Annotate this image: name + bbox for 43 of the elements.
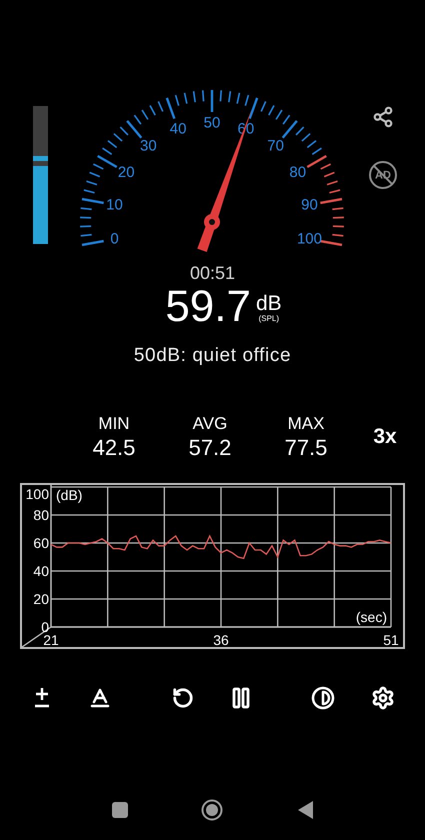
axis-tick-label: 21: [43, 632, 59, 647]
noise-description: 50dB: quiet office: [134, 344, 292, 368]
scale-label: 50: [204, 114, 220, 132]
scale-label: 70: [267, 138, 284, 155]
settings-icon: [371, 686, 395, 710]
elapsed-time: 00:51: [190, 262, 236, 284]
scale-label: 0: [110, 230, 119, 248]
stat-label: MAX: [288, 413, 324, 435]
axis-tick-label: 0: [41, 619, 49, 635]
contrast-icon: [311, 686, 335, 710]
letter-underline-icon: [88, 686, 112, 710]
scale-label: 40: [170, 120, 186, 138]
settings-button[interactable]: [370, 685, 396, 711]
scale-label: 90: [301, 196, 318, 214]
scale-label: 10: [106, 196, 123, 214]
axis-tick-label: 36: [213, 632, 229, 647]
stat-value: 42.5: [92, 435, 136, 461]
axis-title: (dB): [56, 487, 82, 503]
axis-tick-label: 40: [33, 563, 49, 579]
axis-tick-label: 100: [26, 486, 49, 502]
scale-label: 80: [289, 164, 306, 181]
scale-label: 30: [140, 138, 157, 155]
stat-value: 77.5: [284, 435, 328, 461]
back-icon: [298, 801, 312, 819]
stat-value: 57.2: [188, 435, 232, 461]
stat-label: AVG: [192, 413, 228, 435]
square-icon: [112, 802, 128, 818]
home-icon: [201, 799, 223, 821]
axis-title: (sec): [356, 609, 387, 625]
scale-label: 20: [118, 164, 135, 181]
home-button[interactable]: [200, 798, 224, 822]
scale-label: 100: [296, 230, 322, 248]
axis-tick-label: 51: [383, 632, 399, 647]
theme-button[interactable]: [310, 685, 336, 711]
decibel-reading: 59.7: [165, 284, 251, 330]
axis-tick-label: 60: [33, 535, 49, 551]
unit-label: dB: [256, 294, 282, 314]
speed-button[interactable]: 3x: [373, 425, 397, 449]
reset-icon: [172, 687, 194, 709]
stat-label: MIN: [98, 413, 130, 435]
axis-tick-label: 20: [33, 591, 49, 607]
axis-tick-label: 80: [33, 507, 49, 523]
weighting-label: (SPL): [258, 314, 280, 324]
